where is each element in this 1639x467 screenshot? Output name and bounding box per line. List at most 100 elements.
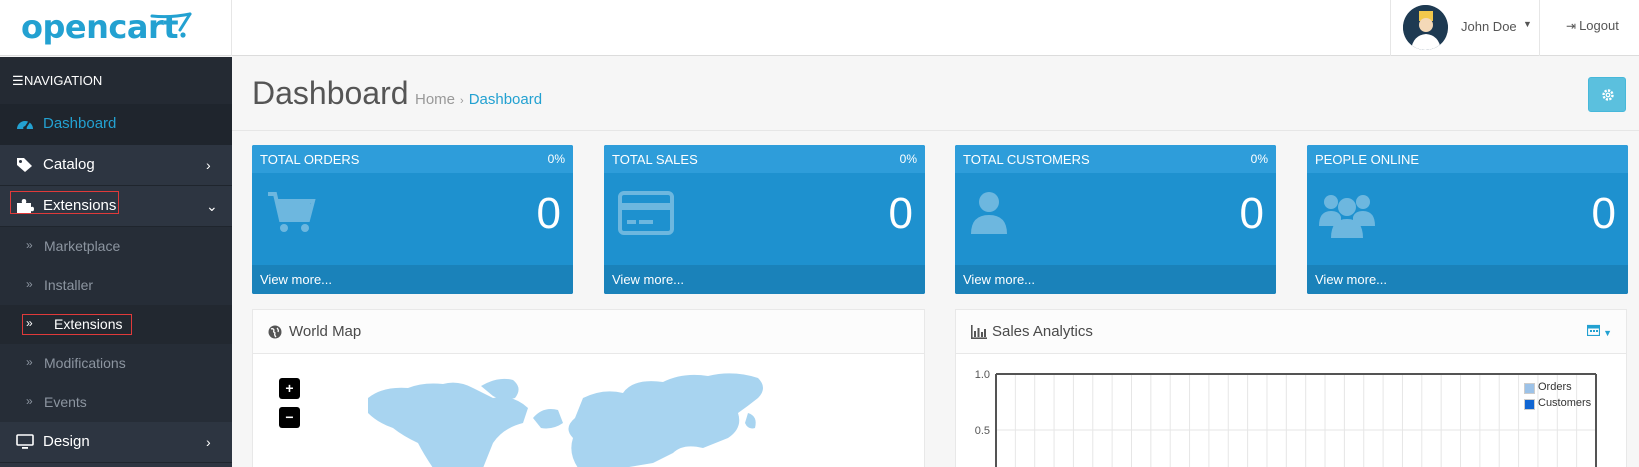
double-chevron-right-icon: » [26, 355, 33, 369]
logout-link[interactable]: ⇥ Logout [1566, 18, 1619, 33]
sidebar-subitem-events[interactable]: » Events [0, 383, 232, 422]
tile-value: 0 [536, 189, 561, 238]
sidebar-subitem-modifications[interactable]: » Modifications [0, 344, 232, 383]
bar-chart-icon [971, 325, 987, 342]
sidebar-subitem-marketplace[interactable]: » Marketplace [0, 227, 232, 266]
panel-heading: World Map [253, 310, 924, 354]
sales-analytics-panel: Sales Analytics ▼ 1.0 0.5 Orders Custome… [955, 309, 1627, 467]
double-chevron-right-icon: » [26, 394, 33, 408]
sidebar-subitem-label: Installer [44, 277, 94, 293]
tile-value: 0 [1591, 189, 1616, 238]
breadcrumb-dashboard[interactable]: Dashboard [469, 91, 542, 108]
sidebar-subitem-installer[interactable]: » Installer [0, 266, 232, 305]
user-icon [969, 190, 1009, 239]
panel-title: Sales Analytics [992, 323, 1093, 340]
breadcrumb-separator: › [460, 95, 464, 107]
panel-title: World Map [289, 323, 362, 340]
tile-heading: TOTAL CUSTOMERS 0% [955, 145, 1276, 173]
caret-down-icon: ▼ [1603, 328, 1612, 338]
sidebar-subitem-label: Marketplace [44, 238, 121, 254]
navigation-heading-label: NAVIGATION [24, 73, 103, 88]
view-more-link[interactable]: View more... [612, 272, 684, 287]
tile-heading: PEOPLE ONLINE [1307, 145, 1628, 173]
user-menu[interactable]: John Doe ▼ [1390, 0, 1540, 56]
header-divider [232, 130, 1639, 131]
view-more-link[interactable]: View more... [963, 272, 1035, 287]
legend-swatch [1524, 399, 1535, 410]
sidebar-item-design[interactable]: Design › [0, 422, 232, 463]
chevron-down-icon: ⌄ [206, 198, 218, 214]
logout-label: Logout [1579, 18, 1619, 33]
sidebar-item-extensions[interactable]: Extensions ⌄ [0, 186, 232, 227]
tile-total-customers: TOTAL CUSTOMERS 0% 0 View more... [955, 145, 1276, 294]
map-zoom-in-button[interactable]: + [279, 378, 300, 399]
date-range-dropdown[interactable]: ▼ [1586, 324, 1612, 339]
tile-value: 0 [888, 189, 913, 238]
credit-card-icon [618, 190, 674, 239]
navigation-heading: ☰NAVIGATION [0, 57, 232, 104]
tile-percent: 0% [1250, 152, 1268, 166]
breadcrumb: Home › Dashboard [415, 91, 542, 108]
tile-footer: View more... [604, 265, 925, 294]
y-tick-label: 0.5 [975, 425, 990, 437]
tile-title: TOTAL ORDERS [260, 152, 360, 167]
world-map-panel: World Map + − [252, 309, 925, 467]
map-zoom-out-button[interactable]: − [279, 407, 300, 428]
legend-label: Customers [1538, 397, 1592, 409]
sidebar-item-label: Catalog [43, 156, 95, 173]
globe-icon [268, 325, 282, 342]
cart-logo-icon [150, 12, 192, 38]
sidebar-subitem-extensions[interactable]: » Extensions [0, 305, 232, 344]
tile-percent: 0% [899, 152, 917, 166]
tile-people-online: PEOPLE ONLINE 0 View more... [1307, 145, 1628, 294]
tile-total-sales: TOTAL SALES 0% 0 View more... [604, 145, 925, 294]
user-name: John Doe [1461, 19, 1517, 34]
sign-out-icon: ⇥ [1566, 19, 1577, 33]
users-icon [1319, 190, 1375, 243]
double-chevron-right-icon: » [26, 277, 33, 291]
legend-label: Orders [1538, 381, 1572, 393]
tile-heading: TOTAL SALES 0% [604, 145, 925, 173]
tile-title: PEOPLE ONLINE [1315, 152, 1420, 167]
sidebar-item-dashboard[interactable]: Dashboard [0, 104, 232, 145]
tile-title: TOTAL SALES [612, 152, 698, 167]
dashboard-settings-button[interactable] [1588, 77, 1626, 112]
opencart-logo[interactable]: opencart [0, 0, 232, 56]
breadcrumb-home[interactable]: Home [415, 91, 455, 108]
calendar-icon [1586, 324, 1600, 337]
tile-percent: 0% [547, 152, 565, 166]
avatar [1403, 5, 1448, 50]
highlight-box [22, 314, 132, 335]
page-title: Dashboard [252, 75, 409, 111]
sidebar-subitem-label: Events [44, 394, 87, 410]
top-header: opencart John Doe ▼ ⇥ Logout [0, 0, 1639, 56]
shopping-cart-icon [266, 190, 316, 239]
tile-footer: View more... [252, 265, 573, 294]
bars-icon: ☰ [12, 73, 24, 88]
dashboard-icon [16, 116, 34, 132]
tile-title: TOTAL CUSTOMERS [963, 152, 1090, 167]
sidebar: ☰NAVIGATION Dashboard Catalog › Extensio… [0, 57, 232, 467]
tags-icon [16, 157, 34, 173]
tile-total-orders: TOTAL ORDERS 0% 0 View more... [252, 145, 573, 294]
gear-icon [1602, 89, 1614, 101]
sidebar-item-label: Design [43, 433, 90, 450]
view-more-link[interactable]: View more... [260, 272, 332, 287]
legend-item-customers: Customers [1524, 397, 1591, 413]
y-tick-label: 1.0 [975, 369, 990, 381]
double-chevron-right-icon: » [26, 238, 33, 252]
monitor-icon [16, 434, 34, 450]
panel-heading: Sales Analytics ▼ [956, 310, 1626, 354]
caret-down-icon: ▼ [1523, 19, 1532, 29]
tile-footer: View more... [955, 265, 1276, 294]
sidebar-item-label: Dashboard [43, 115, 117, 132]
view-more-link[interactable]: View more... [1315, 272, 1387, 287]
chart-legend: Orders Customers [1524, 381, 1591, 413]
sidebar-item-catalog[interactable]: Catalog › [0, 145, 232, 186]
tile-footer: View more... [1307, 265, 1628, 294]
world-map[interactable] [363, 368, 783, 467]
legend-item-orders: Orders [1524, 381, 1591, 397]
tile-heading: TOTAL ORDERS 0% [252, 145, 573, 173]
chevron-right-icon: › [206, 434, 211, 450]
chevron-right-icon: › [206, 157, 211, 173]
